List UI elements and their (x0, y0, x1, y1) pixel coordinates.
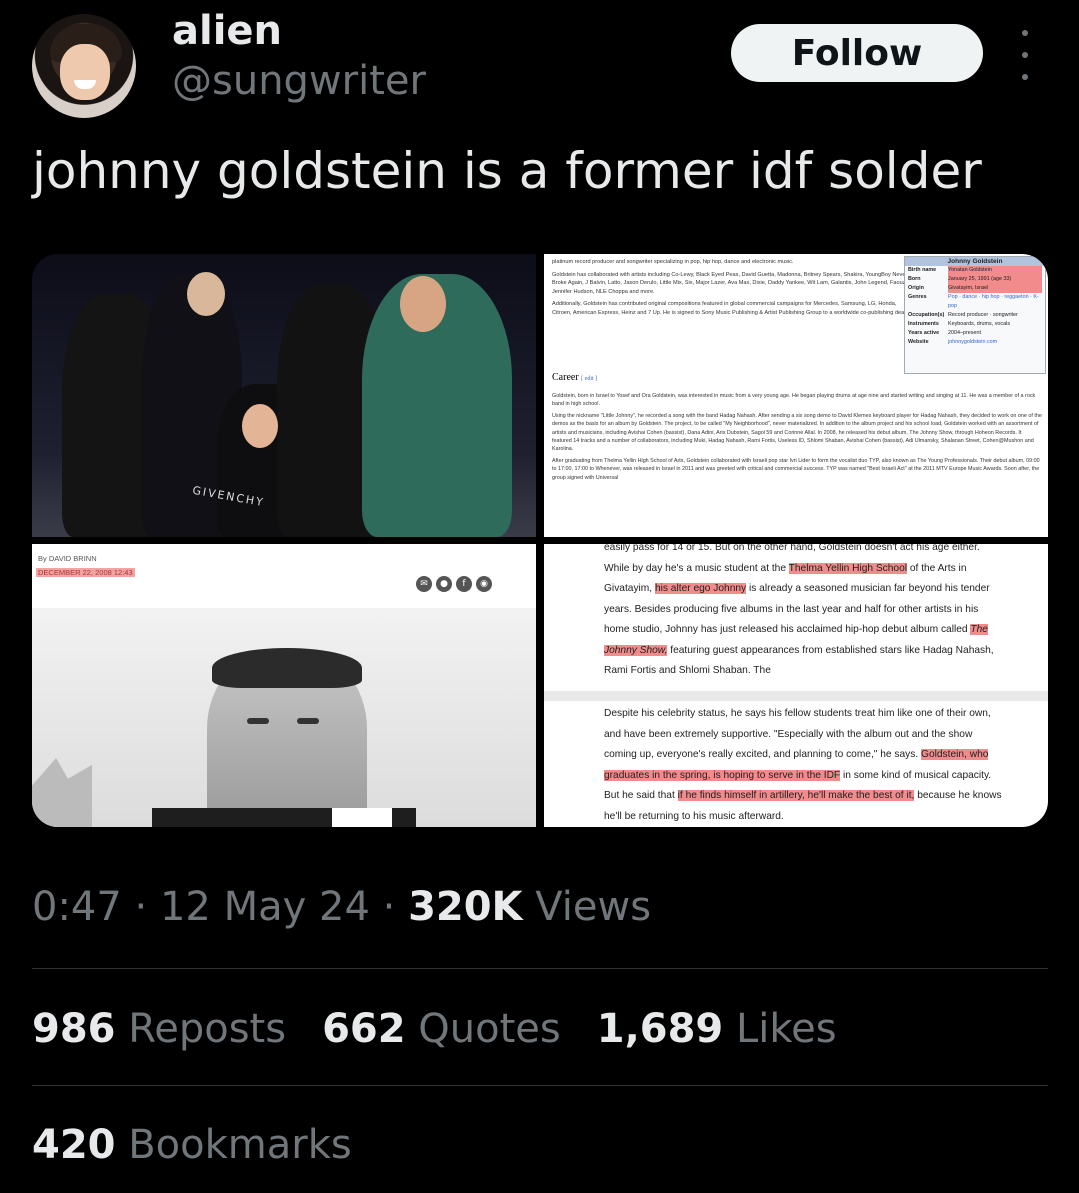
messenger-icon[interactable]: ◉ (476, 576, 492, 592)
tweet-text: johnny goldstein is a former idf solder (32, 142, 982, 200)
infobox-row: Birth name Yonatan Goldstein (905, 266, 1045, 275)
infobox-row: Instruments Keyboards, drums, vocals (908, 321, 1011, 327)
infobox-row: Genres Pop · dance · hip hop · reggaeton … (908, 294, 1039, 309)
infobox-row: Born January 25, 1991 (age 33) (905, 275, 1045, 284)
article-date: DECEMBER 22, 2008 12:43 (36, 568, 135, 577)
views-label: Views (522, 884, 652, 930)
more-options-icon[interactable] (1015, 30, 1035, 80)
facebook-icon[interactable]: f (456, 576, 472, 592)
share-icons: ✉ ● f ◉ (416, 576, 492, 592)
follow-button[interactable]: Follow (731, 24, 983, 82)
wiki-edit-link[interactable]: [ edit ] (581, 376, 597, 382)
display-name[interactable]: alien (172, 8, 282, 54)
views-count: 320K (408, 884, 523, 930)
wiki-career-3: After graduating from Thelma Yellin High… (552, 457, 1040, 481)
avatar-face (60, 44, 110, 100)
tweet-timestamp[interactable]: 0:47 · 12 May 24 · 320K Views (32, 884, 651, 930)
infobox-title: Johnny Goldstein (905, 257, 1045, 266)
divider (32, 968, 1048, 969)
wiki-career-heading: Career [ edit ] (552, 372, 598, 383)
face (242, 404, 278, 448)
wikipedia-screenshot[interactable]: platinum record producer and songwriter … (544, 254, 1048, 537)
quotes-stat[interactable]: 662 Quotes (322, 1006, 561, 1052)
wiki-career-2: Using the nickname "Little Johnny", he r… (552, 412, 1042, 453)
wiki-career-1: Goldstein, born in Israel to Yosef and O… (552, 393, 1036, 408)
infobox-row: Origin Givatayim, Israel (905, 284, 1045, 293)
divider (32, 1085, 1048, 1086)
tweet-header: alien @sungwriter Follow (0, 0, 1079, 130)
infobox-row: Years active 2004–present (908, 330, 981, 336)
infobox-row: Occupation(s) Record producer · songwrite… (908, 312, 1018, 318)
article-excerpt[interactable]: easily pass for 14 or 15. But on the oth… (544, 544, 1048, 827)
engagement-stats: 986 Reposts 662 Quotes 1,689 Likes (32, 1006, 837, 1052)
excerpt-separator (544, 691, 1048, 701)
face (187, 272, 225, 316)
article-screenshot[interactable]: By DAVID BRINN DECEMBER 22, 2008 12:43 ✉… (32, 544, 536, 827)
wiki-intro-1: platinum record producer and songwriter … (552, 259, 794, 265)
foliage (32, 758, 92, 827)
avatar[interactable] (32, 14, 136, 118)
shirt-collar (332, 808, 392, 827)
user-handle[interactable]: @sungwriter (172, 58, 426, 104)
portrait-photo (32, 608, 536, 827)
wiki-career-body: Goldstein, born in Israel to Yosef and O… (552, 392, 1042, 485)
infobox-row: Website johnnygoldstein.com (908, 339, 998, 345)
wiki-intro-3: Additionally, Goldstein has contributed … (552, 301, 908, 316)
reposts-stat[interactable]: 986 Reposts (32, 1006, 286, 1052)
hair (212, 648, 362, 688)
twitter-icon[interactable]: ● (436, 576, 452, 592)
email-icon[interactable]: ✉ (416, 576, 432, 592)
wiki-infobox: Johnny Goldstein Birth name Yonatan Golds… (904, 256, 1046, 374)
media-grid: GIVENCHY platinum record producer and so… (32, 254, 1048, 827)
face (400, 276, 446, 332)
eye (297, 718, 319, 724)
article-byline: By DAVID BRINN (38, 554, 97, 563)
group-photo[interactable]: GIVENCHY (32, 254, 536, 537)
bookmarks-stat[interactable]: 420 Bookmarks (32, 1122, 352, 1168)
excerpt-paragraph-1: easily pass for 14 or 15. But on the oth… (604, 544, 994, 676)
eye (247, 718, 269, 724)
wiki-intro-2: Goldstein has collaborated with artists … (552, 271, 912, 295)
wiki-intro: platinum record producer and songwriter … (552, 258, 912, 322)
excerpt-paragraph-2: Despite his celebrity status, he says hi… (604, 708, 1002, 822)
likes-stat[interactable]: 1,689 Likes (597, 1006, 837, 1052)
